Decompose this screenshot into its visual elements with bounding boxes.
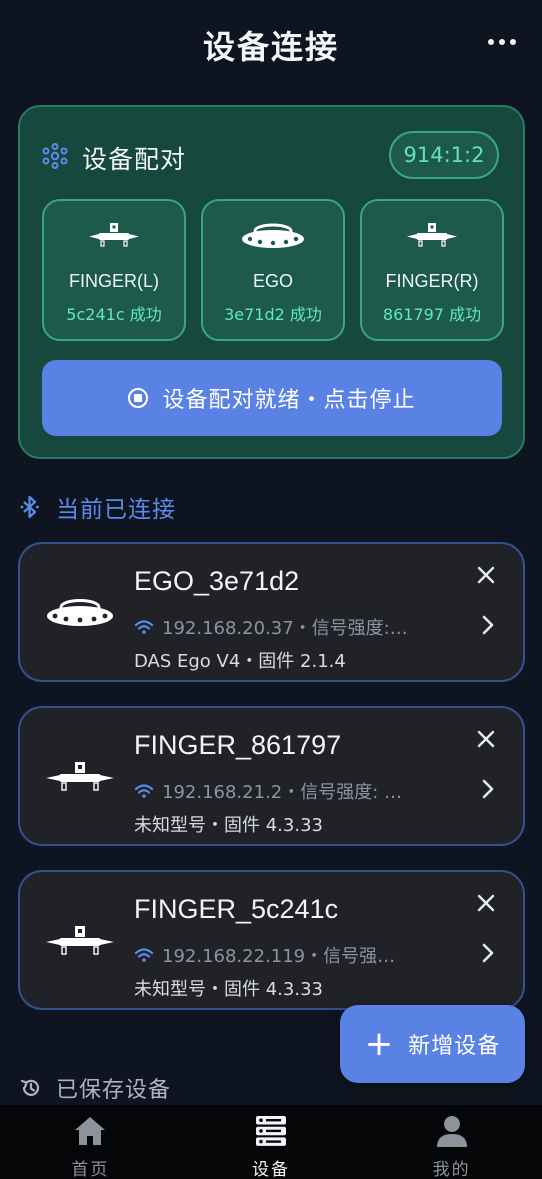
chevron-right-icon[interactable]	[481, 614, 495, 636]
ego-device-icon	[47, 599, 113, 626]
nav-label: 首页	[71, 1160, 110, 1179]
close-icon[interactable]	[475, 892, 497, 914]
finger-device-icon	[89, 223, 139, 247]
home-icon	[75, 1117, 106, 1145]
chevron-right-icon[interactable]	[481, 942, 495, 964]
history-icon	[20, 1079, 40, 1096]
device-network-info: 192.168.20.37・信号强度:…	[134, 614, 434, 640]
pairing-card: 设备配对 914:1:2 FINGER(L) 5c241c 成功 EGO 3e7…	[18, 105, 525, 459]
device-name: FINGER_5c241c	[134, 894, 339, 924]
devices-icon	[256, 1116, 286, 1146]
finger-device-icon	[46, 926, 114, 955]
connected-device-card[interactable]: EGO_3e71d2 192.168.20.37・信号强度:… DAS Ego …	[18, 542, 525, 682]
pair-device-name: FINGER(L)	[69, 271, 159, 291]
ego-device-icon	[242, 223, 304, 248]
connected-device-card[interactable]: FINGER_861797 192.168.21.2・信号强度: … 未知型号・…	[18, 706, 525, 846]
network-hub-icon	[42, 143, 68, 169]
connected-device-card[interactable]: FINGER_5c241c 192.168.22.119・信号强… 未知型号・固…	[18, 870, 525, 1010]
pair-device-name: EGO	[252, 271, 293, 291]
stop-pairing-button[interactable]: 设备配对就绪・点击停止	[42, 360, 502, 436]
pair-device-finger-right[interactable]: FINGER(R) 861797 成功	[360, 199, 504, 341]
pair-device-status: 861797 成功	[382, 305, 482, 324]
connected-section-label: 当前已连接	[56, 497, 176, 523]
device-model-firmware: 未知型号・固件 4.3.33	[134, 979, 323, 1000]
wifi-icon	[134, 620, 154, 634]
plus-icon: +	[364, 1024, 395, 1064]
pairing-title: 设备配对	[82, 145, 187, 174]
app-header: 设备连接	[0, 0, 542, 90]
device-network-info: 192.168.22.119・信号强…	[134, 942, 434, 968]
add-device-button[interactable]: + 新增设备	[340, 1005, 525, 1083]
pair-device-ego[interactable]: EGO 3e71d2 成功	[201, 199, 345, 341]
connected-section-header: 当前已连接	[20, 490, 176, 524]
page-title: 设备连接	[202, 28, 339, 66]
pair-device-status: 5c241c 成功	[66, 305, 162, 324]
bluetooth-icon	[20, 495, 39, 519]
pair-device-status: 3e71d2 成功	[224, 305, 322, 324]
profile-icon	[436, 1116, 467, 1147]
device-network-info: 192.168.21.2・信号强度: …	[134, 778, 434, 804]
chevron-right-icon[interactable]	[481, 778, 495, 800]
close-icon[interactable]	[475, 728, 497, 750]
finger-device-icon	[46, 762, 114, 791]
close-icon[interactable]	[475, 564, 497, 586]
add-device-label: 新增设备	[408, 1034, 501, 1059]
nav-item-devices[interactable]: 设备	[181, 1105, 362, 1179]
device-name: FINGER_861797	[134, 730, 342, 760]
stop-circle-icon	[128, 388, 149, 408]
bottom-navigation: 首页 设备 我的	[0, 1105, 542, 1179]
saved-section-header: 已保存设备	[20, 1072, 171, 1104]
device-name: EGO_3e71d2	[134, 566, 300, 596]
wifi-icon	[134, 948, 154, 962]
device-model-firmware: 未知型号・固件 4.3.33	[134, 815, 323, 836]
saved-section-label: 已保存设备	[56, 1078, 172, 1103]
more-menu-icon[interactable]	[488, 30, 516, 54]
nav-label: 我的	[432, 1160, 471, 1179]
nav-label: 设备	[252, 1160, 290, 1179]
wifi-icon	[134, 784, 154, 798]
pair-device-name: FINGER(R)	[385, 271, 479, 291]
finger-device-icon	[407, 223, 457, 247]
stop-pairing-label: 设备配对就绪・点击停止	[162, 388, 416, 413]
nav-item-home[interactable]: 首页	[0, 1105, 181, 1179]
device-model-firmware: DAS Ego V4・固件 2.1.4	[134, 651, 346, 672]
nav-item-profile[interactable]: 我的	[361, 1105, 542, 1179]
pairing-ratio-badge: 914:1:2	[389, 131, 499, 179]
pair-device-finger-left[interactable]: FINGER(L) 5c241c 成功	[42, 199, 186, 341]
